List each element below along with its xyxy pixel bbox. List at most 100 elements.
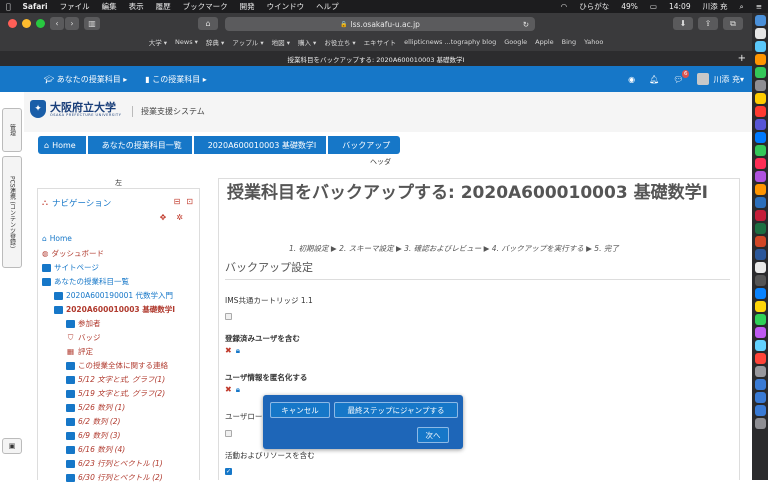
nav-item-section[interactable]: この授業全体に関する連絡: [66, 360, 168, 371]
nav-item-section[interactable]: 6/23 行列とベクトル (1): [66, 458, 163, 469]
university-logo[interactable]: ✦ 大阪府立大学 OSAKA PREFECTURE UNIVERSITY: [30, 100, 121, 118]
nav-item-site-pages[interactable]: サイトページ: [42, 262, 99, 273]
move-icon[interactable]: ✥: [160, 213, 167, 222]
home-icon[interactable]: ⌂: [198, 17, 218, 30]
dock-app-icon[interactable]: [754, 93, 766, 104]
dock-app-icon[interactable]: [754, 366, 766, 377]
dock-app-icon[interactable]: [754, 275, 766, 286]
nav-item-badges[interactable]: ⛉ バッジ: [66, 332, 101, 343]
menubar-user[interactable]: 川添 充: [697, 1, 734, 12]
dock-folder-icon[interactable]: [754, 405, 766, 416]
nav-item-section[interactable]: 5/12 文字と式, グラフ(1): [66, 374, 165, 385]
fav-item[interactable]: ellipticnews ...tography blog: [404, 38, 496, 46]
dock-app-icon[interactable]: [754, 236, 766, 247]
dock-app-icon[interactable]: [754, 223, 766, 234]
dock-app-icon[interactable]: [754, 132, 766, 143]
input-method[interactable]: ひらがな: [573, 1, 615, 12]
dock-app-icon[interactable]: [754, 301, 766, 312]
fav-item[interactable]: エキサイト: [364, 37, 397, 47]
nav-item-section[interactable]: 6/30 行列とベクトル (2): [66, 472, 163, 483]
dock-app-icon[interactable]: [754, 28, 766, 39]
menu-bookmarks[interactable]: ブックマーク: [177, 1, 234, 12]
spotlight-icon[interactable]: ⌕: [734, 2, 750, 12]
control-center-icon[interactable]: ≡: [750, 2, 768, 11]
forward-icon[interactable]: ›: [65, 17, 79, 30]
dock-app-icon[interactable]: [754, 249, 766, 260]
breadcrumb-backup[interactable]: バックアップ: [328, 136, 401, 154]
nav-item-section[interactable]: 5/19 文字と式, グラフ(2): [66, 388, 165, 399]
dock-folder-icon[interactable]: [754, 379, 766, 390]
this-course-menu[interactable]: ▮ この授業科目 ▸: [145, 74, 207, 85]
nav-item-course-algebra[interactable]: 2020A600190001 代数学入門: [54, 290, 173, 301]
fav-item[interactable]: News ▾: [175, 38, 198, 46]
dock-app-icon[interactable]: [754, 197, 766, 208]
nav-item-participants[interactable]: 参加者: [66, 318, 101, 329]
reload-icon[interactable]: ↻: [523, 20, 529, 29]
dock-app-icon[interactable]: [754, 54, 766, 65]
sidebar-icon[interactable]: ▥: [84, 17, 100, 30]
apple-menu-icon[interactable]: : [0, 2, 17, 11]
dock-folder-icon[interactable]: [754, 392, 766, 403]
dock-app-icon[interactable]: [754, 184, 766, 195]
share-icon[interactable]: ⇪: [698, 17, 718, 30]
gear-icon[interactable]: ✲: [176, 213, 183, 222]
dock-app-icon[interactable]: [754, 327, 766, 338]
back-icon[interactable]: ‹: [50, 17, 64, 30]
menu-file[interactable]: ファイル: [54, 1, 96, 12]
active-tab-title[interactable]: 授業科目をバックアップする: 2020A600010003 基礎数学I: [288, 54, 465, 64]
nav-item-course-current[interactable]: 2020A600010003 基礎数学I: [54, 304, 175, 315]
message-icon[interactable]: 💬︎ 6: [673, 69, 690, 84]
fav-item[interactable]: 辞典 ▾: [206, 37, 224, 47]
dock-app-icon[interactable]: [754, 41, 766, 52]
accessibility-icon[interactable]: ◉: [628, 75, 635, 84]
fav-item[interactable]: 大学 ▾: [149, 37, 167, 47]
menu-safari[interactable]: Safari: [17, 2, 54, 11]
dock-app-icon[interactable]: [754, 106, 766, 117]
breadcrumb-home[interactable]: ⌂ Home: [38, 136, 86, 154]
menu-window[interactable]: ウインドウ: [261, 1, 311, 12]
dock-trash-icon[interactable]: [754, 418, 766, 429]
dock-app-icon[interactable]: [754, 119, 766, 130]
dock-block-icon[interactable]: ⊡: [186, 197, 193, 206]
nav-item-section[interactable]: 6/16 数列 (4): [66, 444, 125, 455]
url-bar[interactable]: 🔒 lss.osakafu-u.ac.jp ↻: [225, 17, 535, 31]
nav-item-my-courses[interactable]: あなたの授業科目一覧: [42, 276, 129, 287]
dock-app-icon[interactable]: [754, 314, 766, 325]
battery-percent[interactable]: 49%: [615, 2, 644, 11]
lock-icon[interactable]: 🔒︎: [236, 385, 240, 395]
nav-item-grades[interactable]: ▦ 評定: [66, 346, 93, 357]
nav-item-section[interactable]: 5/26 数列 (1): [66, 402, 125, 413]
next-button[interactable]: 次へ: [417, 427, 449, 443]
menu-view[interactable]: 表示: [123, 1, 150, 12]
cancel-button[interactable]: キャンセル: [270, 402, 330, 418]
nav-item-dashboard[interactable]: ◍ ダッシュボード: [42, 248, 104, 259]
lock-icon[interactable]: 🔒︎: [236, 346, 240, 356]
dock-app-icon[interactable]: [754, 158, 766, 169]
breadcrumb-my-courses[interactable]: あなたの授業科目一覧: [87, 136, 192, 154]
dock-app-icon[interactable]: [754, 262, 766, 273]
zoom-window-icon[interactable]: [36, 19, 45, 28]
dock-app-icon[interactable]: [754, 353, 766, 364]
fav-item[interactable]: Google: [504, 38, 527, 46]
collapse-icon[interactable]: ⊟: [174, 197, 181, 206]
side-tab-pcs[interactable]: PCS連携 (コンテンツ登録): [2, 156, 22, 268]
fav-item[interactable]: アップル ▾: [232, 37, 263, 47]
menu-edit[interactable]: 編集: [96, 1, 123, 12]
fav-item[interactable]: お役立ち ▾: [324, 37, 355, 47]
fav-item[interactable]: Apple: [535, 38, 554, 46]
dock-app-icon[interactable]: [754, 15, 766, 26]
checkbox-user-roles[interactable]: [225, 430, 232, 437]
minimize-window-icon[interactable]: [22, 19, 31, 28]
dock-app-icon[interactable]: [754, 80, 766, 91]
battery-icon[interactable]: ▭: [644, 2, 663, 11]
menu-history[interactable]: 履歴: [150, 1, 177, 12]
dock-app-icon[interactable]: [754, 145, 766, 156]
user-menu[interactable]: 川添 充 ▾: [697, 73, 744, 85]
my-courses-menu[interactable]: 🎓︎ あなたの授業科目 ▸: [44, 74, 127, 85]
dock-app-icon[interactable]: [754, 171, 766, 182]
checkbox-ims[interactable]: [225, 313, 232, 320]
wifi-icon[interactable]: ◠: [555, 2, 574, 11]
dock-app-icon[interactable]: [754, 67, 766, 78]
jump-to-final-step-button[interactable]: 最終ステップにジャンプする: [334, 402, 458, 418]
fav-item[interactable]: Bing: [562, 38, 577, 46]
